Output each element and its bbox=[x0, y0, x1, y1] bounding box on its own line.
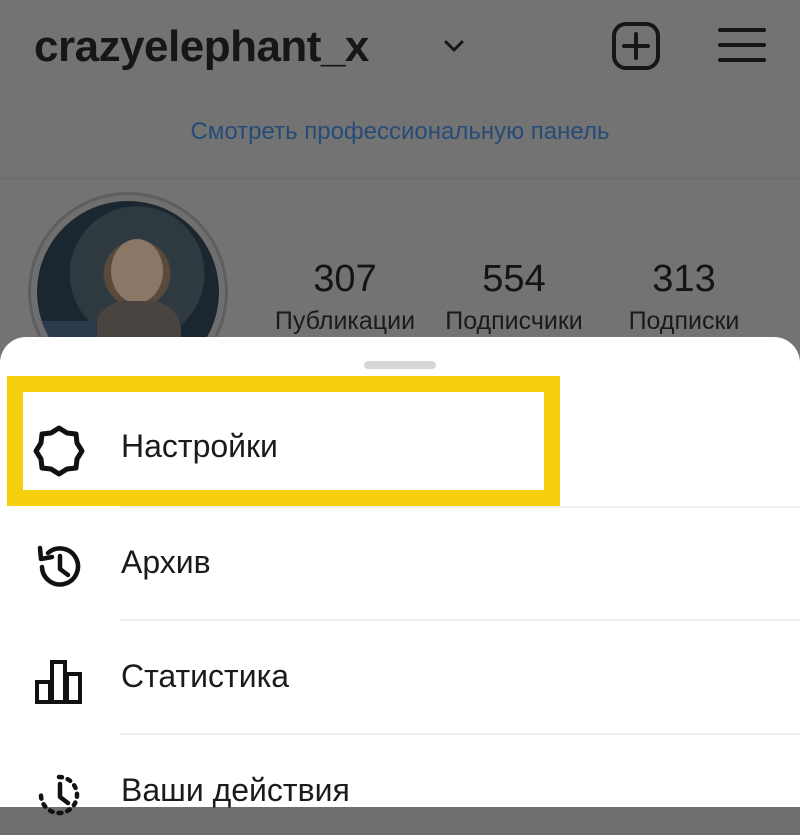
stat-followers-count: 554 bbox=[482, 258, 546, 300]
menu-item-label: Настройки bbox=[121, 428, 278, 464]
menu-item-your-activity[interactable]: Ваши действия bbox=[0, 745, 800, 835]
divider bbox=[0, 178, 800, 179]
stat-followers-label: Подписчики bbox=[445, 307, 583, 335]
professional-dashboard-link[interactable]: Смотреть профессиональную панель bbox=[0, 118, 800, 146]
menu-item-label: Статистика bbox=[121, 658, 290, 694]
settings-gear-icon bbox=[33, 425, 85, 477]
menu-item-archive[interactable]: Архив bbox=[0, 517, 800, 607]
stat-followers[interactable]: 554 Подписчики bbox=[434, 258, 594, 336]
username-title[interactable]: crazyelephant_x bbox=[34, 22, 369, 72]
chevron-down-icon[interactable] bbox=[440, 32, 468, 60]
stat-following[interactable]: 313 Подписки bbox=[606, 258, 762, 336]
top-bar: crazyelephant_x bbox=[0, 0, 800, 100]
divider bbox=[120, 506, 800, 508]
divider bbox=[120, 619, 800, 621]
sheet-drag-handle[interactable] bbox=[364, 361, 436, 369]
menu-item-label: Архив bbox=[121, 544, 211, 580]
insights-bar-chart-icon bbox=[35, 660, 82, 704]
stat-following-count: 313 bbox=[652, 258, 716, 300]
hamburger-menu-icon[interactable] bbox=[716, 22, 768, 68]
divider bbox=[120, 733, 800, 735]
stat-posts[interactable]: 307 Публикации bbox=[262, 258, 428, 336]
your-activity-icon bbox=[38, 774, 80, 816]
archive-history-icon bbox=[37, 545, 81, 587]
menu-item-insights[interactable]: Статистика bbox=[0, 631, 800, 721]
menu-item-settings[interactable]: Настройки bbox=[0, 401, 800, 491]
menu-item-label: Ваши действия bbox=[121, 772, 350, 808]
stat-posts-label: Публикации bbox=[274, 307, 416, 335]
stat-posts-count: 307 bbox=[313, 258, 377, 300]
new-post-icon[interactable] bbox=[610, 20, 662, 72]
stat-following-label: Подписки bbox=[628, 307, 740, 335]
options-bottom-sheet: Настройки Архив Статистика Ваши действия bbox=[0, 337, 800, 816]
